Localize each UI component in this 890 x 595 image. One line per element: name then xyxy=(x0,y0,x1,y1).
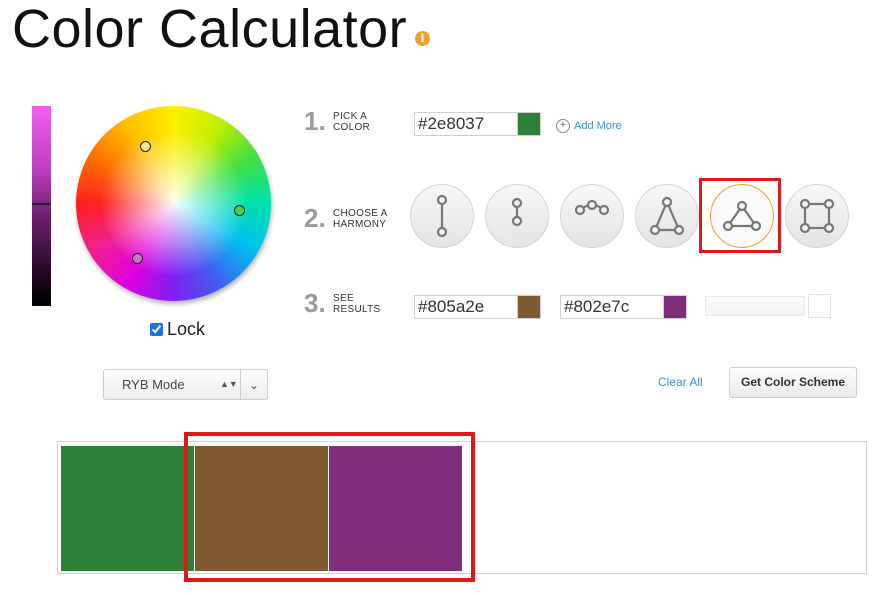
wheel-handle-2[interactable] xyxy=(234,205,245,216)
add-more-label: Add More xyxy=(574,120,622,132)
brightness-slider-handle[interactable] xyxy=(32,203,51,205)
mode-select-value: RYB Mode xyxy=(122,377,185,392)
result-color-swatch-2[interactable] xyxy=(663,296,686,318)
scheme-swatch-1[interactable] xyxy=(61,446,194,571)
pick-color-swatch[interactable] xyxy=(517,113,540,135)
harmony-analogous-button[interactable] xyxy=(560,184,624,248)
step-3-label-line1: SEE xyxy=(333,293,354,304)
harmony-square-button[interactable] xyxy=(785,184,849,248)
page-title: Color Calculator xyxy=(12,0,408,59)
pick-color-field[interactable] xyxy=(414,112,541,136)
chevron-down-icon[interactable]: ⌄ xyxy=(241,378,267,392)
color-wheel[interactable] xyxy=(76,106,271,301)
harmony-selection-highlight xyxy=(699,178,781,253)
harmony-complementary-button[interactable] xyxy=(410,184,474,248)
wheel-handle-1[interactable] xyxy=(140,141,151,152)
result-color-hex-input-1[interactable] xyxy=(415,297,517,317)
empty-color-swatch[interactable] xyxy=(808,294,831,318)
empty-color-slot[interactable] xyxy=(705,294,831,318)
result-color-swatch-1[interactable] xyxy=(517,296,540,318)
add-more-link[interactable]: + Add More xyxy=(556,119,622,133)
step-1-label: PICK A COLOR xyxy=(333,111,370,133)
result-color-hex-input-2[interactable] xyxy=(561,297,663,317)
harmony-triangle-button[interactable] xyxy=(635,184,699,248)
result-color-field-1[interactable] xyxy=(414,295,541,319)
harmony-split-complementary-button[interactable] xyxy=(485,184,549,248)
lock-checkbox[interactable] xyxy=(150,323,163,336)
wheel-handle-3[interactable] xyxy=(132,253,143,264)
results-selection-highlight xyxy=(184,432,475,582)
step-2-label-line2: HARMONY xyxy=(333,219,387,230)
split-complementary-icon xyxy=(511,197,523,227)
step-1-number: 1. xyxy=(304,106,326,136)
step-2-label: CHOOSE A HARMONY xyxy=(333,208,388,230)
clear-all-link[interactable]: Clear All xyxy=(658,375,703,389)
brightness-slider[interactable] xyxy=(32,106,51,306)
complementary-icon xyxy=(436,194,448,238)
result-color-field-2[interactable] xyxy=(560,295,687,319)
triangle-icon xyxy=(649,196,685,236)
step-3-number: 3. xyxy=(304,288,326,318)
step-2-number: 2. xyxy=(304,203,326,233)
lock-toggle[interactable]: Lock xyxy=(150,319,205,340)
analogous-icon xyxy=(574,199,610,216)
step-3-label-line2: RESULTS xyxy=(333,304,381,315)
step-2-label-line1: CHOOSE A xyxy=(333,208,388,219)
step-1-label-line2: COLOR xyxy=(333,122,371,133)
empty-color-input[interactable] xyxy=(705,296,805,316)
step-1-label-line1: PICK A xyxy=(333,111,368,122)
plus-icon: + xyxy=(556,119,570,133)
step-3-label: SEE RESULTS xyxy=(333,293,380,315)
mode-select[interactable]: RYB Mode ▲▼ ⌄ xyxy=(103,369,268,400)
get-color-scheme-button[interactable]: Get Color Scheme xyxy=(729,367,857,398)
updown-icon: ▲▼ xyxy=(220,379,238,389)
pick-color-hex-input[interactable] xyxy=(415,114,517,134)
info-icon[interactable]: i xyxy=(415,31,430,46)
lock-label: Lock xyxy=(167,319,206,339)
square-icon xyxy=(799,198,835,234)
